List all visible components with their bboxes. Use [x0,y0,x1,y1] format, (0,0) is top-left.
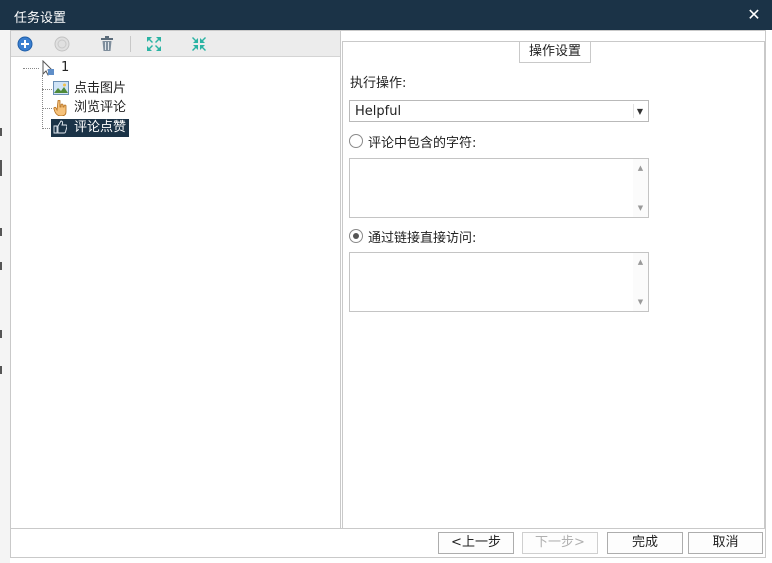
previous-step-button[interactable]: <上一步 [438,532,514,554]
operation-select-value: Helpful [355,104,402,119]
tree-connector [42,75,43,129]
disabled-circle-icon[interactable] [53,35,71,53]
window-title: 任务设置 [14,11,67,26]
scroll-down-icon[interactable]: ▼ [633,201,648,215]
tree-node-label: 点击图片 [74,81,127,96]
task-tree-panel: 1 点击图片 浏览评论 评论点赞 [11,31,341,528]
tree-connector [42,108,52,109]
edge-mark [0,262,2,270]
close-icon[interactable]: ✕ [746,5,762,24]
collapse-icon[interactable] [190,35,208,53]
scroll-up-icon[interactable]: ▲ [633,255,648,269]
operation-settings-group: 操作设置 执行操作: Helpful ▼ 评论中包含的字符: ▲ ▼ 通过链接直… [342,41,765,528]
title-bar: 任务设置 ✕ [0,0,772,30]
radio-direct-link-label: 通过链接直接访问: [368,231,477,246]
direct-link-textarea[interactable]: ▲ ▼ [349,252,649,312]
operation-settings-panel: 操作设置 执行操作: Helpful ▼ 评论中包含的字符: ▲ ▼ 通过链接直… [342,31,765,528]
operation-label: 执行操作: [350,76,407,91]
tree-node-label: 浏览评论 [74,100,127,115]
edge-mark [0,128,2,136]
expand-icon[interactable] [145,35,163,53]
group-title: 操作设置 [519,41,591,63]
cancel-button[interactable]: 取消 [688,532,763,554]
delete-icon[interactable] [98,35,116,53]
contains-text-textarea[interactable]: ▲ ▼ [349,158,649,218]
edge-mark [0,228,2,236]
textarea-scrollbar[interactable]: ▲ ▼ [633,253,648,311]
tree-connector [23,68,39,69]
edge-mark [0,160,2,176]
scroll-up-icon[interactable]: ▲ [633,161,648,175]
radio-contains-text[interactable] [349,134,363,148]
radio-selected-dot [353,233,359,239]
chevron-down-icon[interactable]: ▼ [633,104,646,118]
tree-node-click-image[interactable]: 点击图片 [53,80,126,98]
dialog-button-bar: <上一步 下一步> 完成 取消 [11,528,765,557]
hand-pointer-icon [53,100,69,116]
task-settings-dialog: 1 点击图片 浏览评论 评论点赞 操作设置 执行操作: Helpful ▼ 评论… [10,30,766,558]
scroll-down-icon[interactable]: ▼ [633,295,648,309]
radio-contains-text-label: 评论中包含的字符: [368,136,477,151]
tree-connector [42,89,52,90]
finish-button[interactable]: 完成 [607,532,683,554]
task-tree: 1 点击图片 浏览评论 评论点赞 [11,57,340,527]
radio-direct-link[interactable] [349,229,363,243]
edge-mark [0,366,2,374]
add-icon[interactable] [16,35,34,53]
background-window-edge [0,30,10,563]
operation-select[interactable]: Helpful ▼ [349,100,649,122]
image-icon [53,81,69,97]
tree-toolbar [11,31,340,57]
textarea-scrollbar[interactable]: ▲ ▼ [633,159,648,217]
tree-node-like-comment[interactable]: 评论点赞 [51,119,130,137]
tree-node-label: 1 [61,60,70,75]
toolbar-separator [130,36,131,52]
cursor-flag-icon [39,60,55,76]
tree-node-browse-comments[interactable]: 浏览评论 [53,99,126,117]
edge-mark [0,330,2,338]
tree-node-label: 评论点赞 [71,119,130,137]
tree-node-root[interactable]: 1 [39,59,69,77]
thumbs-up-icon [53,120,69,136]
next-step-button[interactable]: 下一步> [522,532,598,554]
